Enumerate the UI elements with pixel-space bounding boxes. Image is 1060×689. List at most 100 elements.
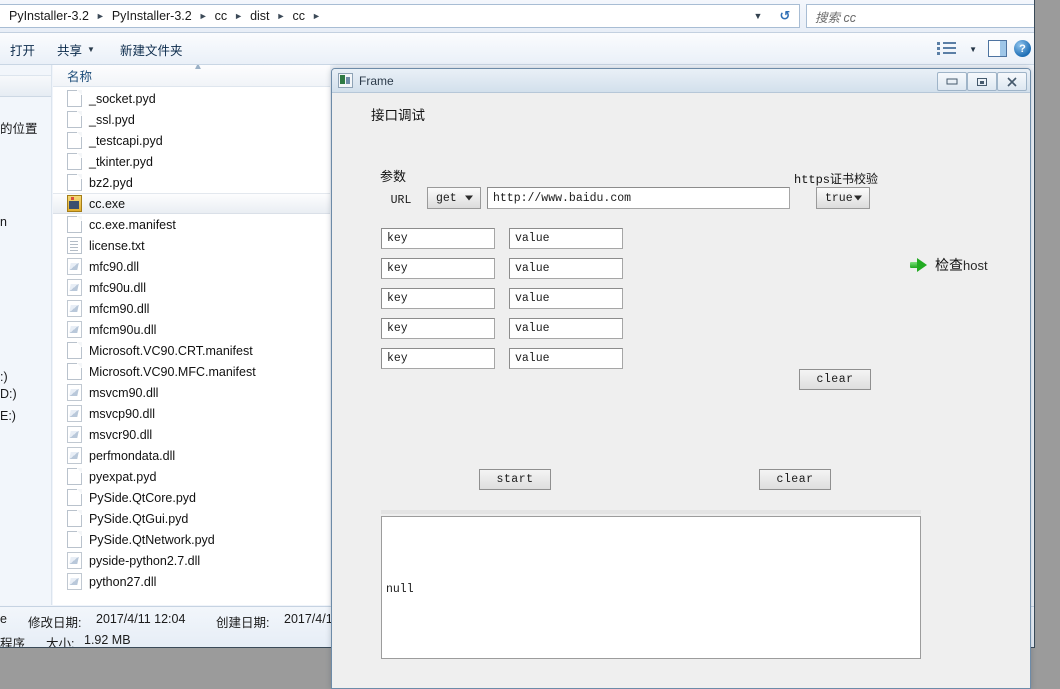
file-name: Microsoft.VC90.CRT.manifest bbox=[89, 343, 253, 358]
minimize-icon[interactable] bbox=[937, 72, 967, 91]
nav-fragment-4[interactable]: E:) bbox=[0, 409, 27, 423]
navigation-pane[interactable]: 的位置 n :) D:) E:) bbox=[0, 65, 52, 605]
help-icon[interactable]: ? bbox=[1014, 40, 1031, 57]
detail-kind: 程序 bbox=[0, 637, 26, 648]
param-key-input[interactable]: key bbox=[381, 288, 495, 309]
file-row[interactable]: license.txt bbox=[53, 235, 330, 256]
file-name: _tkinter.pyd bbox=[89, 154, 153, 169]
file-row[interactable]: _socket.pyd bbox=[53, 88, 330, 109]
chevron-down-icon[interactable]: ▼ bbox=[969, 45, 977, 54]
file-row[interactable]: msvcp90.dll bbox=[53, 403, 330, 424]
file-row[interactable]: python27.dll bbox=[53, 571, 330, 592]
search-input[interactable]: 搜索 cc bbox=[806, 4, 1034, 28]
file-row[interactable]: msvcr90.dll bbox=[53, 424, 330, 445]
param-value-input[interactable]: value bbox=[509, 228, 623, 249]
command-open[interactable]: 打开 bbox=[0, 33, 45, 65]
param-key-input[interactable]: key bbox=[381, 348, 495, 369]
param-value-input[interactable]: value bbox=[509, 318, 623, 339]
param-value-value: value bbox=[515, 232, 550, 245]
breadcrumb-item-1[interactable]: PyInstaller-3.2 bbox=[109, 9, 195, 23]
preview-pane-icon[interactable] bbox=[988, 40, 1007, 57]
file-name: Microsoft.VC90.MFC.manifest bbox=[89, 364, 256, 379]
chevron-down-icon[interactable]: ▼ bbox=[747, 5, 769, 27]
breadcrumb-item-4[interactable]: cc bbox=[289, 9, 308, 23]
file-name: msvcm90.dll bbox=[89, 385, 159, 400]
file-row[interactable]: PySide.QtGui.pyd bbox=[53, 508, 330, 529]
file-row[interactable]: mfc90.dll bbox=[53, 256, 330, 277]
list-view-icon[interactable] bbox=[937, 39, 963, 59]
nav-fragment-0[interactable]: 的位置 bbox=[0, 118, 49, 137]
file-name: pyside-python2.7.dll bbox=[89, 553, 201, 568]
file-row[interactable]: msvcm90.dll bbox=[53, 382, 330, 403]
chevron-down-icon bbox=[465, 195, 473, 201]
dll-icon bbox=[67, 573, 82, 590]
file-name: msvcr90.dll bbox=[89, 427, 153, 442]
column-header-name-label: 名称 bbox=[67, 70, 93, 84]
clear-params-button[interactable]: clear bbox=[799, 369, 871, 390]
param-key-input[interactable]: key bbox=[381, 318, 495, 339]
param-value-value: value bbox=[515, 262, 550, 275]
file-row[interactable]: perfmondata.dll bbox=[53, 445, 330, 466]
param-value-input[interactable]: value bbox=[509, 288, 623, 309]
param-key-input[interactable]: key bbox=[381, 258, 495, 279]
command-new-folder[interactable]: 新建文件夹 bbox=[110, 33, 193, 65]
file-row[interactable]: Microsoft.VC90.CRT.manifest bbox=[53, 340, 330, 361]
params-label: 参数 bbox=[380, 169, 407, 184]
verify-select[interactable]: true bbox=[816, 187, 870, 209]
column-header-name[interactable]: 名称 ▲ bbox=[53, 65, 330, 87]
refresh-icon[interactable]: ↺ bbox=[773, 6, 797, 26]
file-row[interactable]: PySide.QtNetwork.pyd bbox=[53, 529, 330, 550]
file-row[interactable]: _tkinter.pyd bbox=[53, 151, 330, 172]
file-list: 名称 ▲ _socket.pyd _ssl.pyd _testcapi.pyd _tk… bbox=[53, 65, 330, 605]
param-key-value: key bbox=[387, 232, 408, 245]
check-host-button[interactable]: 检查host bbox=[910, 255, 988, 275]
file-row[interactable]: _ssl.pyd bbox=[53, 109, 330, 130]
file-row[interactable]: PySide.QtCore.pyd bbox=[53, 487, 330, 508]
file-name: PySide.QtNetwork.pyd bbox=[89, 532, 215, 547]
url-input[interactable]: http://www.baidu.com bbox=[487, 187, 790, 209]
file-icon bbox=[67, 90, 82, 107]
file-row[interactable]: pyexpat.pyd bbox=[53, 466, 330, 487]
frame-title-bar[interactable]: Frame bbox=[332, 69, 1030, 93]
param-key-input[interactable]: key bbox=[381, 228, 495, 249]
nav-fragment-2[interactable]: :) bbox=[0, 370, 21, 384]
file-row[interactable]: Microsoft.VC90.MFC.manifest bbox=[53, 361, 330, 382]
file-row[interactable]: bz2.pyd bbox=[53, 172, 330, 193]
close-icon[interactable] bbox=[997, 72, 1027, 91]
param-value-value: value bbox=[515, 322, 550, 335]
breadcrumb-item-3[interactable]: dist bbox=[247, 9, 272, 23]
output-scroll-track[interactable] bbox=[381, 510, 921, 514]
file-icon bbox=[67, 468, 82, 485]
param-value-input[interactable]: value bbox=[509, 348, 623, 369]
nav-fragment-1[interactable]: n bbox=[0, 215, 18, 229]
file-row[interactable]: mfcm90.dll bbox=[53, 298, 330, 319]
file-icon bbox=[67, 216, 82, 233]
file-row[interactable]: mfc90u.dll bbox=[53, 277, 330, 298]
dll-icon bbox=[67, 447, 82, 464]
file-row[interactable]: pyside-python2.7.dll bbox=[53, 550, 330, 571]
breadcrumb[interactable]: PyInstaller-3.2 ► PyInstaller-3.2 ► cc ►… bbox=[0, 4, 800, 28]
maximize-icon[interactable] bbox=[967, 72, 997, 91]
start-button[interactable]: start bbox=[479, 469, 551, 490]
param-value-input[interactable]: value bbox=[509, 258, 623, 279]
output-textarea[interactable]: null bbox=[381, 516, 921, 659]
text-file-icon bbox=[67, 237, 82, 254]
command-share[interactable]: 共享 ▼ bbox=[47, 33, 105, 65]
nav-fragment-3[interactable]: D:) bbox=[0, 387, 27, 401]
breadcrumb-item-0[interactable]: PyInstaller-3.2 bbox=[6, 9, 92, 23]
file-row[interactable]: cc.exe.manifest bbox=[53, 214, 330, 235]
check-host-label: 检查host bbox=[935, 257, 988, 273]
file-name: PySide.QtCore.pyd bbox=[89, 490, 196, 505]
breadcrumb-item-2[interactable]: cc bbox=[212, 9, 231, 23]
file-name: mfcm90.dll bbox=[89, 301, 150, 316]
param-key-value: key bbox=[387, 352, 408, 365]
file-name: perfmondata.dll bbox=[89, 448, 176, 463]
detail-type: e bbox=[0, 612, 7, 626]
nav-selected-item[interactable] bbox=[0, 75, 51, 97]
url-input-value: http://www.baidu.com bbox=[493, 191, 632, 205]
file-row[interactable]: cc.exe bbox=[53, 193, 330, 214]
clear-output-button[interactable]: clear bbox=[759, 469, 831, 490]
method-select[interactable]: get bbox=[427, 187, 481, 209]
file-row[interactable]: mfcm90u.dll bbox=[53, 319, 330, 340]
file-row[interactable]: _testcapi.pyd bbox=[53, 130, 330, 151]
